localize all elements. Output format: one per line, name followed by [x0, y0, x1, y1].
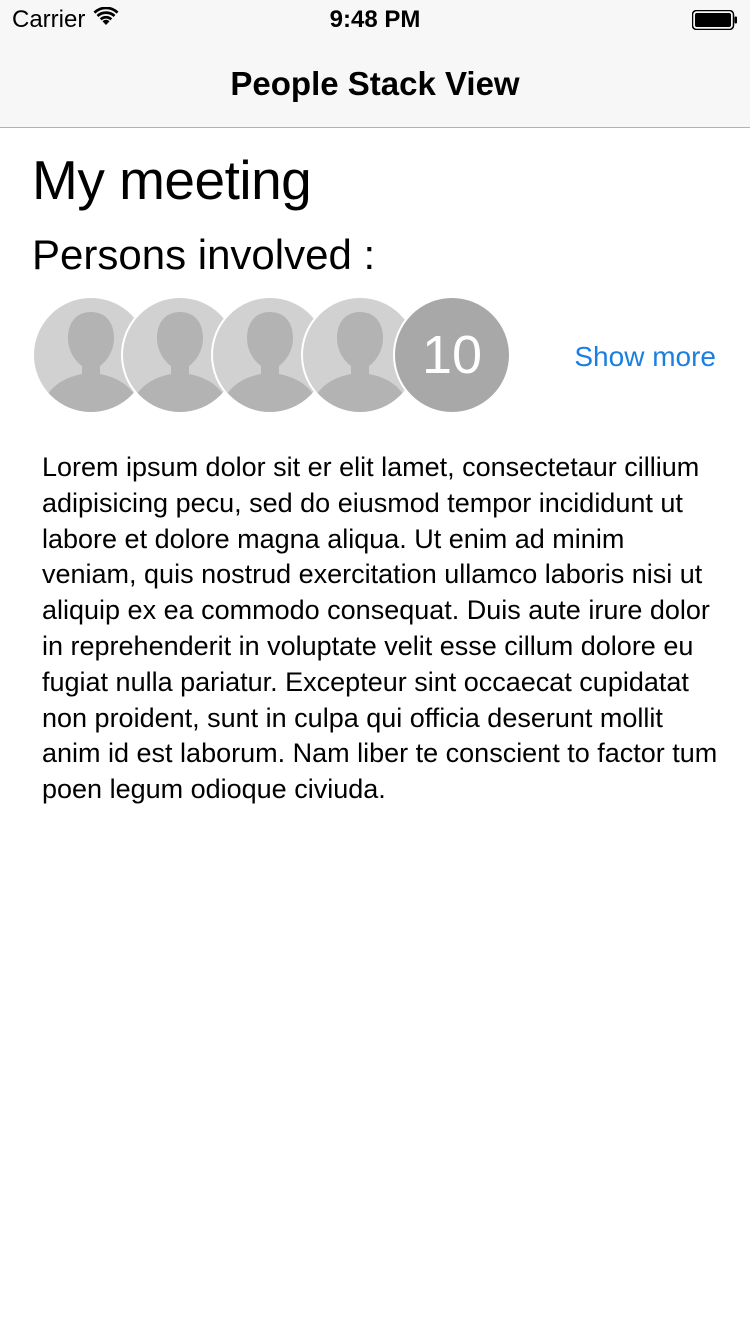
nav-title: People Stack View: [230, 65, 520, 102]
show-more-button[interactable]: Show more: [574, 340, 716, 374]
section-subtitle: Persons involved :: [32, 231, 376, 278]
battery-icon: [691, 9, 738, 31]
status-time: 9:48 PM: [329, 6, 421, 33]
status-bar: Carrier 9:48 PM: [0, 0, 750, 40]
people-stack[interactable]: 10: [32, 296, 512, 416]
page-title: My meeting: [32, 149, 312, 211]
meeting-description: Lorem ipsum dolor sit er elit lamet, con…: [42, 452, 718, 805]
more-people-count[interactable]: 10: [393, 296, 511, 414]
navigation-bar: Carrier 9:48 PM People Stack View: [0, 0, 750, 128]
